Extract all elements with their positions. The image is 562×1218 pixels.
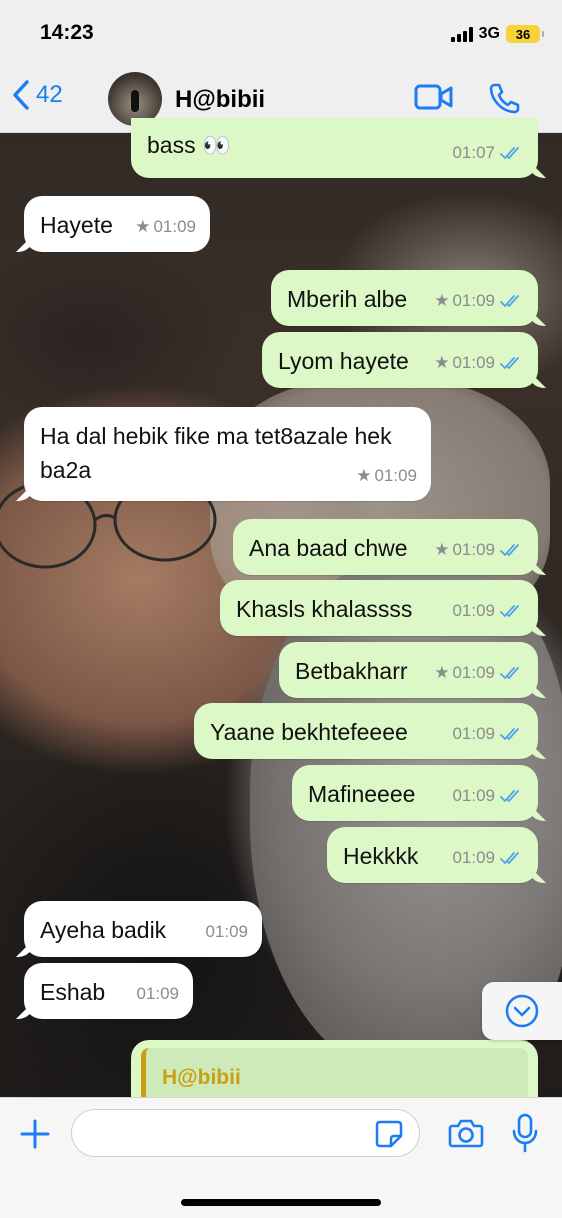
message-time: 01:09 bbox=[205, 922, 248, 941]
home-indicator[interactable] bbox=[181, 1199, 381, 1206]
message-bubble-outgoing[interactable]: Lyom hayete ★ 01:09 bbox=[262, 332, 538, 388]
battery-icon: 36 bbox=[506, 25, 544, 43]
network-type: 3G bbox=[478, 25, 500, 42]
message-time: 01:07 bbox=[452, 143, 495, 162]
status-indicators: 3G 36 bbox=[450, 23, 544, 45]
double-check-icon bbox=[500, 728, 519, 741]
message-time: 01:09 bbox=[452, 353, 495, 372]
plus-icon[interactable] bbox=[19, 1118, 51, 1150]
message-time: 01:09 bbox=[452, 291, 495, 310]
back-button[interactable]: 42 bbox=[12, 80, 63, 110]
message-text: Hayete bbox=[40, 212, 113, 238]
message-text: Yaane bekhtefeeee bbox=[210, 719, 408, 745]
chevron-down-icon bbox=[505, 994, 539, 1028]
star-icon: ★ bbox=[135, 217, 151, 236]
star-icon: ★ bbox=[434, 291, 450, 310]
message-bubble-outgoing[interactable]: Hekkkk 01:09 bbox=[327, 827, 538, 883]
phone-icon[interactable] bbox=[488, 82, 520, 114]
message-bubble-outgoing[interactable]: Yaane bekhtefeeee 01:09 bbox=[194, 703, 538, 759]
message-time: 01:09 bbox=[153, 217, 196, 236]
battery-level: 36 bbox=[515, 26, 531, 42]
quoted-author: H@bibii bbox=[162, 1066, 241, 1089]
scroll-to-bottom-button[interactable] bbox=[482, 982, 562, 1040]
message-text: Betbakharr bbox=[295, 658, 408, 684]
message-meta: ★ 01:09 bbox=[135, 210, 196, 244]
message-text: Ayeha badik bbox=[40, 917, 167, 943]
double-check-icon bbox=[500, 605, 519, 618]
microphone-icon[interactable] bbox=[511, 1113, 539, 1153]
message-meta: 01:09 bbox=[452, 841, 524, 875]
message-meta: ★ 01:09 bbox=[356, 459, 417, 493]
camera-icon[interactable] bbox=[448, 1117, 484, 1149]
message-text: Mberih albe bbox=[287, 286, 408, 312]
unread-count: 42 bbox=[36, 81, 63, 108]
message-text: Hekkkk bbox=[343, 843, 419, 869]
message-time: 01:09 bbox=[452, 724, 495, 743]
double-check-icon bbox=[500, 147, 519, 160]
message-text: Lyom hayete bbox=[278, 348, 409, 374]
message-time: 01:09 bbox=[452, 601, 495, 620]
message-text: bass 👀 bbox=[147, 132, 231, 158]
message-meta: ★ 01:09 bbox=[434, 346, 524, 380]
message-bubble-incoming[interactable]: Ha dal hebik fike ma tet8azale hek ba2a … bbox=[24, 407, 431, 501]
message-text: Khasls khalassss bbox=[236, 596, 413, 622]
message-meta: ★ 01:09 bbox=[434, 656, 524, 690]
message-time: 01:09 bbox=[374, 466, 417, 485]
star-icon: ★ bbox=[434, 663, 450, 682]
message-input[interactable] bbox=[71, 1109, 420, 1157]
message-meta: 01:07 bbox=[452, 136, 524, 170]
message-bubble-incoming[interactable]: Eshab 01:09 bbox=[24, 963, 193, 1019]
message-meta: ★ 01:09 bbox=[434, 533, 524, 567]
sticker-icon[interactable] bbox=[374, 1119, 404, 1149]
message-meta: 01:09 bbox=[452, 717, 524, 751]
message-time: 01:09 bbox=[452, 848, 495, 867]
message-meta: ★ 01:09 bbox=[434, 284, 524, 318]
message-text: Ana baad chwe bbox=[249, 535, 408, 561]
message-time: 01:09 bbox=[452, 540, 495, 559]
message-meta: 01:09 bbox=[452, 594, 524, 628]
double-check-icon bbox=[500, 852, 519, 865]
message-bubble-outgoing[interactable]: bass 👀 01:07 bbox=[131, 118, 538, 178]
message-bubble-incoming[interactable]: Ayeha badik 01:09 bbox=[24, 901, 262, 957]
message-bubble-outgoing[interactable]: Mberih albe ★ 01:09 bbox=[271, 270, 538, 326]
message-meta: 01:09 bbox=[452, 779, 524, 813]
double-check-icon bbox=[500, 544, 519, 557]
message-time: 01:09 bbox=[136, 984, 179, 1003]
double-check-icon bbox=[500, 357, 519, 370]
message-text: Mafineeee bbox=[308, 781, 416, 807]
star-icon: ★ bbox=[434, 540, 450, 559]
chat-header: 14:23 3G 36 42 H@bibii bbox=[0, 0, 562, 133]
double-check-icon bbox=[500, 295, 519, 308]
message-text: Ha dal hebik fike ma tet8azale hek ba2a bbox=[40, 423, 392, 483]
star-icon: ★ bbox=[434, 353, 450, 372]
message-meta: 01:09 bbox=[205, 915, 248, 949]
message-meta: 01:09 bbox=[136, 977, 179, 1011]
message-bubble-incoming[interactable]: Hayete ★ 01:09 bbox=[24, 196, 210, 252]
status-time: 14:23 bbox=[40, 21, 94, 44]
double-check-icon bbox=[500, 667, 519, 680]
signal-icon bbox=[450, 26, 473, 42]
message-bubble-outgoing[interactable]: Ana baad chwe ★ 01:09 bbox=[233, 519, 538, 575]
video-call-icon[interactable] bbox=[414, 82, 454, 112]
message-bubble-outgoing[interactable]: Khasls khalassss 01:09 bbox=[220, 580, 538, 636]
message-text: Eshab bbox=[40, 979, 106, 1005]
star-icon: ★ bbox=[356, 466, 372, 485]
double-check-icon bbox=[500, 790, 519, 803]
message-bubble-outgoing[interactable]: Betbakharr ★ 01:09 bbox=[279, 642, 538, 698]
contact-name[interactable]: H@bibii bbox=[175, 86, 265, 114]
message-bubble-outgoing[interactable]: Mafineeee 01:09 bbox=[292, 765, 538, 821]
message-time: 01:09 bbox=[452, 663, 495, 682]
chevron-left-icon bbox=[13, 80, 29, 110]
message-time: 01:09 bbox=[452, 786, 495, 805]
